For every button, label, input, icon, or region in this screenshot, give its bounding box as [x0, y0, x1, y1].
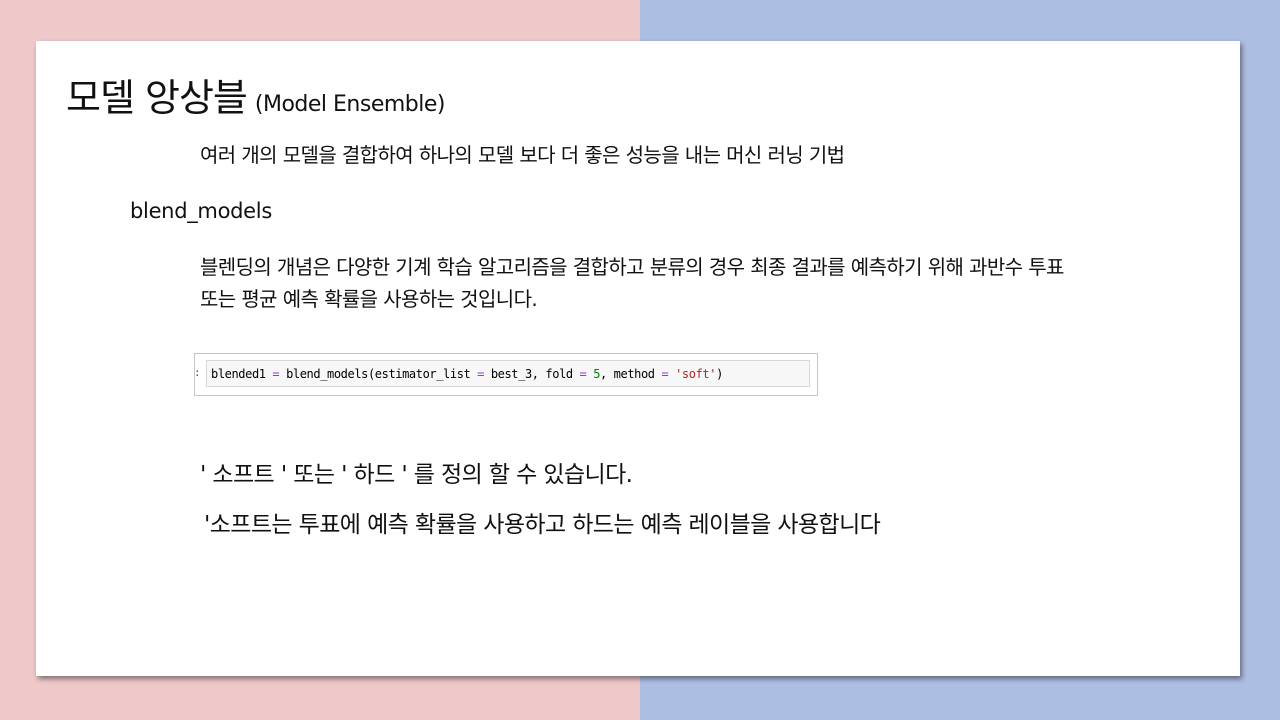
code-token-name: )	[716, 367, 723, 381]
presentation-slide: 모델 앙상블 (Model Ensemble) 여러 개의 모델을 결합하여 하나…	[36, 41, 1240, 676]
code-token-name: blended1	[211, 367, 273, 381]
slide-title-subtitle: (Model Ensemble)	[254, 92, 446, 117]
code-cell: : blended1 = blend_models(estimator_list…	[194, 353, 818, 396]
code-token-num: 5	[593, 367, 601, 381]
soft-hard-note: ' 소프트 ' 또는 ' 하드 ' 를 정의 할 수 있습니다.	[200, 462, 633, 488]
slide-title-main: 모델 앙상블	[66, 76, 248, 120]
function-name-heading: blend_models	[130, 199, 272, 223]
code-token-op: =	[477, 367, 484, 381]
code-input[interactable]: blended1 = blend_models(estimator_list =…	[206, 360, 810, 387]
code-token-str: 'soft'	[675, 367, 717, 381]
soft-hard-explanation: '소프트는 투표에 예측 확률을 사용하고 하드는 예측 레이블을 사용합니다	[204, 512, 881, 538]
blending-explanation: 블렌딩의 개념은 다양한 기계 학습 알고리즘을 결합하고 분류의 경우 최종 …	[200, 255, 1064, 311]
ensemble-description: 여러 개의 모델을 결합하여 하나의 모델 보다 더 좋은 성능을 내는 머신 …	[200, 143, 845, 167]
code-cell-prompt: :	[194, 366, 201, 379]
slide-title: 모델 앙상블 (Model Ensemble)	[66, 67, 446, 122]
code-token-name: blend_models(estimator_list	[279, 367, 478, 381]
code-token-name: , method	[600, 367, 662, 381]
code-token-name: best_3, fold	[484, 367, 580, 381]
